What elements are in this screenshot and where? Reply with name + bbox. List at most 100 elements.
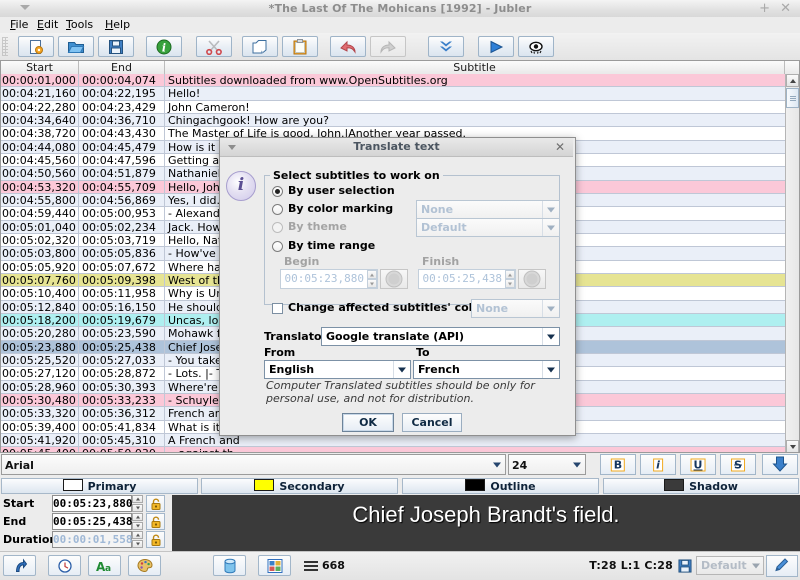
table-vertical-scrollbar[interactable] <box>785 74 799 452</box>
color-marking-chevron-down-icon[interactable] <box>542 201 559 218</box>
font-color-button[interactable] <box>762 454 798 475</box>
table-row[interactable]: 00:05:45,40000:05:50,030...against th <box>1 447 785 452</box>
style-tab-outline[interactable]: Outline <box>402 478 599 494</box>
to-language-select[interactable]: French <box>413 360 560 379</box>
pencil-icon <box>774 557 790 576</box>
font-family-chevron-down-icon[interactable] <box>488 455 505 474</box>
preview-button[interactable] <box>518 36 554 57</box>
radio-by-user-selection[interactable] <box>272 186 283 197</box>
goto-button[interactable] <box>3 555 36 576</box>
from-language-chevron-down-icon[interactable] <box>393 361 410 378</box>
time-tool-button[interactable] <box>48 555 81 576</box>
cell-start: 00:00:01,000 <box>1 74 79 88</box>
time-editor-stepper[interactable] <box>132 513 143 530</box>
save-file-button[interactable] <box>98 36 134 57</box>
window-close-icon[interactable]: ✕ <box>780 1 791 16</box>
style-tab-secondary[interactable]: Secondary <box>201 478 398 494</box>
cell-start: 00:05:10,400 <box>1 287 79 301</box>
play-button[interactable] <box>478 36 514 57</box>
lock-icon[interactable] <box>146 495 165 512</box>
time-editor-stepper[interactable] <box>132 495 143 512</box>
time-editor-field-start[interactable]: 00:05:23,880 <box>52 495 132 512</box>
cell-end: 00:04:43,430 <box>79 127 165 141</box>
radio-by-color-marking[interactable] <box>272 204 283 215</box>
grid-button[interactable] <box>258 555 291 576</box>
column-header-end[interactable]: End <box>79 61 165 74</box>
info-button[interactable]: i <box>146 36 182 57</box>
font-size-chevron-down-icon[interactable] <box>568 455 585 474</box>
layer-button[interactable] <box>213 555 246 576</box>
translator-chevron-down-icon[interactable] <box>542 328 559 345</box>
menubar: FFileile Edit Tools Help <box>0 17 800 33</box>
style-tab-shadow[interactable]: Shadow <box>603 478 799 494</box>
cell-start: 00:04:50,560 <box>1 167 79 181</box>
floppy-save-icon[interactable] <box>678 559 692 576</box>
edit-style-button[interactable] <box>766 555 798 577</box>
toolbar-grip[interactable] <box>2 37 8 56</box>
cell-end: 00:04:36,710 <box>79 113 165 128</box>
cut-button[interactable] <box>196 36 232 57</box>
column-header-subtitle[interactable]: Subtitle <box>165 61 785 74</box>
window-maximize-icon[interactable]: + <box>759 1 770 16</box>
finish-time-pick-button[interactable] <box>518 269 546 289</box>
undo-button[interactable] <box>330 36 366 57</box>
time-editor-field-end[interactable]: 00:05:25,438 <box>52 513 132 530</box>
italic-button[interactable]: i <box>640 454 676 475</box>
begin-time-stepper[interactable] <box>367 270 377 288</box>
table-row[interactable]: 00:04:21,160 00:04:22,195 Hello! <box>1 87 785 101</box>
font-size-select[interactable]: 24 <box>508 454 586 475</box>
label-begin: Begin <box>284 255 320 268</box>
column-header-start[interactable]: Start <box>1 61 79 74</box>
menu-tools[interactable]: Tools <box>62 17 97 33</box>
change-color-checkbox[interactable] <box>272 303 283 314</box>
menu-edit[interactable]: Edit <box>33 17 62 33</box>
scroll-down-arrow-icon[interactable] <box>786 440 799 452</box>
font-family-select[interactable]: Arial <box>1 454 506 475</box>
open-file-button[interactable] <box>58 36 94 57</box>
begin-time-input[interactable]: 00:05:23,880 <box>280 269 378 289</box>
menu-help[interactable]: Help <box>101 17 134 33</box>
begin-time-pick-button[interactable] <box>380 269 408 289</box>
dialog-close-icon[interactable]: ✕ <box>555 139 565 155</box>
from-language-select[interactable]: English <box>264 360 411 379</box>
jump-button[interactable] <box>428 36 464 57</box>
cell-end: 00:05:45,310 <box>79 433 165 448</box>
new-file-button[interactable] <box>18 36 54 57</box>
copy-button[interactable] <box>242 36 278 57</box>
text-tool-button[interactable]: Aa <box>88 555 121 576</box>
change-color-value: None <box>476 302 509 315</box>
radio-by-time-range[interactable] <box>272 241 283 252</box>
style-tool-button[interactable] <box>128 555 161 576</box>
finish-time-stepper[interactable] <box>505 270 515 288</box>
scrollbar-thumb[interactable] <box>786 88 799 108</box>
lock-icon[interactable] <box>146 513 165 530</box>
strikethrough-button[interactable]: S <box>720 454 756 475</box>
to-language-chevron-down-icon[interactable] <box>542 361 559 378</box>
style-tab-primary[interactable]: Primary <box>1 478 198 494</box>
underline-button[interactable]: U <box>680 454 716 475</box>
change-color-label: Change affected subtitles' color <box>288 301 486 314</box>
finish-time-input[interactable]: 00:05:25,438 <box>418 269 516 289</box>
bold-button[interactable]: B <box>600 454 636 475</box>
table-row[interactable]: 00:04:22,280 00:04:23,429 John Cameron! <box>1 100 785 114</box>
color-marking-select[interactable]: None <box>416 200 560 219</box>
style-tab-bar[interactable]: Primary Secondary Outline Shadow <box>0 478 800 494</box>
lock-icon[interactable] <box>146 531 165 548</box>
paste-button[interactable] <box>282 36 318 57</box>
font-toolbar: Arial 24 B i U S <box>0 454 800 476</box>
scroll-up-arrow-icon[interactable] <box>786 74 799 87</box>
time-editor-stepper[interactable] <box>132 531 143 548</box>
dialog-body: i Select subtitles to work on By user se… <box>220 157 573 434</box>
underline-label: U <box>690 458 706 471</box>
cell-start: 00:05:02,320 <box>1 233 79 248</box>
style-select[interactable]: Default <box>696 556 764 575</box>
translator-select[interactable]: Google translate (API) <box>321 327 560 346</box>
ok-button[interactable]: OK <box>342 413 394 432</box>
menu-file[interactable]: FFileile <box>6 17 32 33</box>
table-row[interactable]: 00:00:01,000 00:00:04,074 Subtitles downlo… <box>1 74 785 88</box>
cancel-button[interactable]: Cancel <box>402 413 462 432</box>
time-editor-label-duration: Duration <box>3 533 58 546</box>
cell-start: 00:05:33,320 <box>1 407 79 421</box>
style-select-chevron-down-icon[interactable] <box>748 557 763 574</box>
table-row[interactable]: 00:04:34,640 00:04:36,710 Chingachgook! Ho… <box>1 113 785 128</box>
